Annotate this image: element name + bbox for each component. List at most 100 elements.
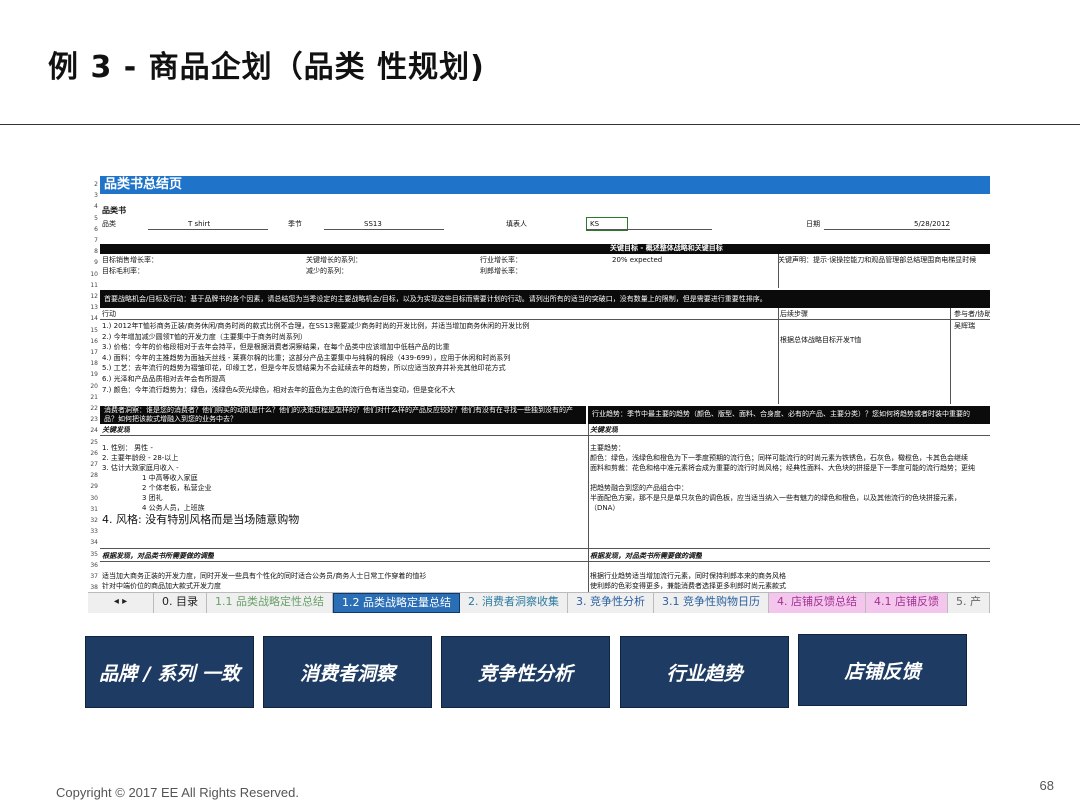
text-line: 根据行业趋势适当增加流行元素，同时保持利郎本来的商务风格: [590, 572, 786, 580]
consumer-insight-button[interactable]: 消费者洞察: [263, 636, 432, 708]
industry-growth: 行业增长率：: [480, 256, 522, 264]
summary-banner: 品类书总结页: [100, 176, 990, 194]
tab-store-feedback[interactable]: 4.1 店铺反馈: [866, 593, 948, 613]
tab-store-feedback-summary[interactable]: 4. 店铺反馈总结: [769, 593, 866, 613]
brand-series-button[interactable]: 品牌 / 系列 一致: [85, 636, 254, 708]
row-number: 34: [90, 539, 98, 547]
row-number: 11: [90, 281, 98, 289]
row-number-column: 2 3 4 5 6 7 8 9 10 11 12 13 14 15 16 17 18 19 20 21 22 23 24 25…: [88, 176, 98, 596]
row-number: 14: [90, 315, 98, 323]
key-growth-series: 关键增长的系列：: [306, 256, 362, 264]
row-number: 21: [90, 393, 98, 401]
tab-contents[interactable]: 0. 目录: [154, 593, 207, 613]
key-statement: 关键声明：提示·误操控能刀和观品管理部总结理围商电梯显时候: [778, 256, 977, 264]
target-sales-growth: 目标销售增长率：: [102, 256, 158, 264]
text-line: 面料和剪裁：花色和格中准元素将会成为重要的流行时尚风格；经典性面料、大色块的拼接…: [590, 464, 975, 472]
row-number: 30: [90, 494, 98, 502]
text-line: 适当加大商务正装的开发力度，同时开发一些具有个性化的同时适合公务员/商务人士日常…: [102, 572, 427, 580]
title-divider: [0, 124, 1080, 125]
row-number: 25: [90, 438, 98, 446]
text-line: 使利郎的色彩变得更多，兼能消费者选择更多利郎时尚元素款式: [590, 582, 786, 590]
trend-findings-label: 关键发现: [590, 426, 618, 434]
row-number: 37: [90, 573, 98, 580]
ref-header: 参与者/协助: [954, 310, 990, 318]
text-line: 2 个体老板，私营企业: [142, 484, 212, 492]
season-value: SS13: [364, 220, 382, 228]
contact-label: 填表人: [506, 220, 527, 228]
text-line: 6.) 光泽和产品品质相对去年会有所提高: [102, 375, 226, 383]
tab-scroll-arrows[interactable]: ◂ ▸: [88, 593, 154, 613]
row-number: 17: [90, 349, 98, 356]
row-number: 8: [94, 248, 98, 256]
row-number: 13: [90, 304, 98, 312]
category-label: 品类: [102, 220, 116, 228]
target-margin: 目标毛利率：: [102, 267, 144, 275]
row-number: 38: [90, 584, 98, 592]
text-line: 1 中高等收入家庭: [142, 474, 198, 482]
industry-growth-value: 20% expected: [612, 256, 663, 264]
text-line: 3. 估计大致家庭月收入 -: [102, 464, 179, 472]
text-line: 1. 性别： 男性 -: [102, 444, 153, 452]
tab-competitive-analysis[interactable]: 3. 竞争性分析: [568, 593, 654, 613]
category-value: T shirt: [188, 220, 211, 228]
row-number: 26: [90, 449, 98, 457]
industry-trend-button[interactable]: 行业趋势: [620, 636, 789, 708]
text-line: 7.) 颜色：今年流行趋势为：绿色，浅绿色&荧光绿色，相对去年的蓝色为主色的流行…: [102, 385, 456, 394]
row-number: 35: [90, 550, 98, 558]
text-line: 颜色：绿色，浅绿色和橙色为下一季度预期的流行色；同样可能流行的时尚元素为铁锈色，…: [590, 454, 968, 462]
company-growth: 利郎增长率：: [480, 267, 522, 275]
store-feedback-button[interactable]: 店铺反馈: [798, 634, 967, 706]
slide-title: 例 3 - 商品企划（品类 性规划): [48, 50, 485, 85]
row-number: 7: [94, 237, 98, 244]
tab-competitive-calendar[interactable]: 3.1 竞争性购物日历: [654, 593, 769, 613]
tab-quantitative-summary[interactable]: 1.2 品类战略定量总结: [333, 593, 460, 613]
text-line: 2. 主要年龄段 - 28-以上: [102, 454, 179, 462]
section-label: 品类书: [102, 206, 126, 215]
ref-text: 吴辉瑞: [954, 322, 975, 330]
tab-consumer-insight[interactable]: 2. 消费者洞察收集: [460, 593, 568, 613]
date-label: 日期: [806, 220, 820, 228]
tab-more[interactable]: 5. 产: [948, 593, 990, 613]
text-line: 4 公务人员，上班族: [142, 504, 205, 512]
row-number: 27: [90, 461, 98, 468]
strategy-bar: 首要战略机会/目标及行动：基于品牌书的各个因素，请总结您为当季设定的主要战略机会…: [100, 290, 990, 308]
text-line: 2.) 今年增加减少圆领T恤的开发力度（主要集中于商务时尚系列）: [102, 332, 307, 341]
text-line: （DNA）: [590, 504, 620, 512]
row-number: 3: [94, 192, 98, 200]
consumer-implications-label: 根据发现，对品类书所需要做的调整: [102, 552, 214, 560]
text-line: 半面配色方案，那不是只是单只灰色的调色板，应当适当纳入一些有魅力的绿色和橙色，以…: [590, 494, 961, 502]
text-line: 把趋势融合到您的产品组合中：: [590, 484, 688, 492]
row-number: 20: [90, 382, 98, 390]
consumer-insight-bar: 消费者洞察：谁是您的消费者？他们购买的动机是什么？他们的决策过程是怎样的？他们对…: [100, 406, 586, 424]
row-number: 28: [90, 472, 98, 480]
text-line: 针对中端价位的商品加大款式开发力度: [102, 582, 221, 590]
text-line: 3.) 价格：今年的价格段相对于去年会持平，但是根据消费者洞察结果，在每个品类中…: [102, 343, 450, 352]
row-number: 6: [94, 225, 98, 233]
action-header: 行动: [102, 310, 116, 318]
row-number: 36: [90, 561, 98, 569]
row-number: 15: [90, 326, 98, 334]
spreadsheet-screenshot: 2 3 4 5 6 7 8 9 10 11 12 13 14 15 16 17 18 19 20 21 22 23 24 25…: [88, 176, 990, 616]
copyright-text: Copyright © 2017 EE All Rights Reserved.: [56, 785, 299, 800]
sheet-tab-bar: ◂ ▸ 0. 目录 1.1 品类战略定性总结 1.2 品类战略定量总结 2. 消…: [88, 592, 990, 613]
trend-implications-label: 根据发现，对品类书所需要做的调整: [590, 552, 702, 560]
row-number: 32: [90, 517, 98, 524]
row-number: 31: [90, 505, 98, 513]
industry-trend-bar: 行业趋势：季节中最主要的趋势（颜色、版型、面料、合身度、必有的产品、主要分类）？…: [588, 406, 990, 424]
text-line: 1.) 2012年T恤衫商务正装/商务休闲/商务时尚的款式比例不合理，在SS13…: [102, 322, 530, 330]
row-number: 4: [94, 203, 98, 211]
text-line: 5.) 工艺：去年流行的趋势为褶皱印花，印缘工艺，但是今年反馈结果为不会延续去年…: [102, 364, 506, 373]
row-number: 5: [94, 214, 98, 222]
row-number: 22: [90, 405, 98, 412]
follow-header: 后续步骤: [780, 310, 808, 318]
text-line: 主要趋势：: [590, 444, 625, 452]
page-number: 68: [1039, 778, 1054, 793]
row-number: 12: [90, 293, 98, 300]
follow-text: 根据总体战略目标开发T恤: [780, 336, 862, 344]
date-value: 5/28/2012: [914, 220, 950, 228]
tab-qualitative-summary[interactable]: 1.1 品类战略定性总结: [207, 593, 333, 613]
competitive-analysis-button[interactable]: 竞争性分析: [441, 636, 610, 708]
season-label: 季节: [288, 220, 302, 228]
row-number: 9: [94, 259, 98, 267]
consumer-style: 4. 风格: 没有特别风格而是当场随意购物: [102, 514, 300, 526]
